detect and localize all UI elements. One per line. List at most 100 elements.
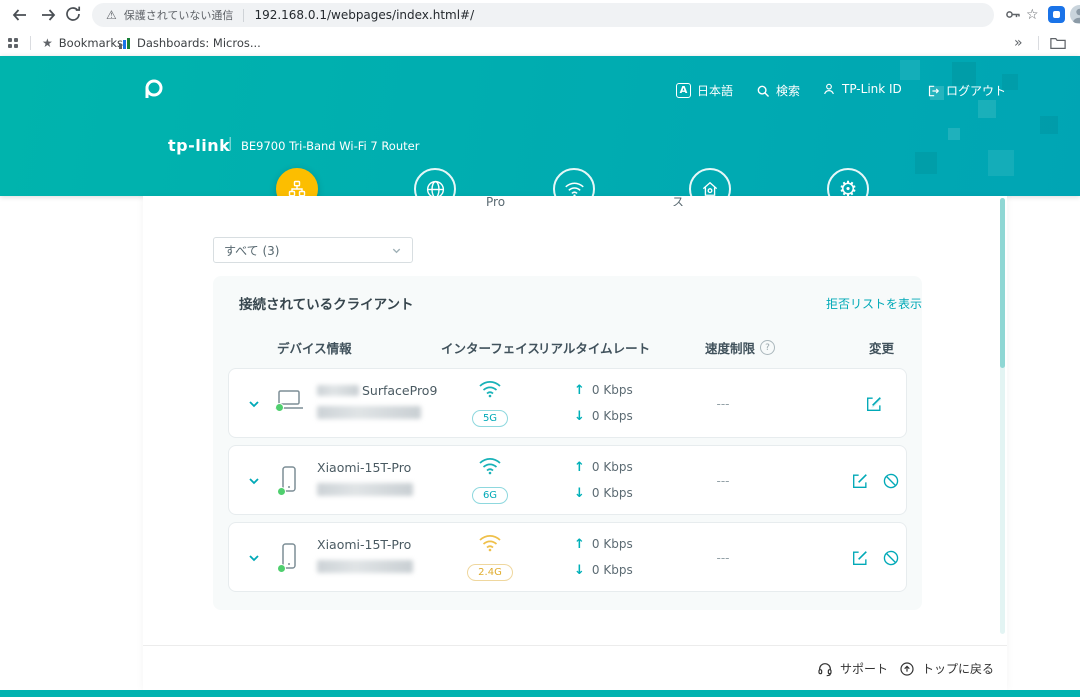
expand-chevron-icon[interactable] [247, 474, 261, 488]
download-arrow-icon: ↓ [574, 563, 585, 578]
edit-icon[interactable] [865, 395, 883, 413]
extension-icon[interactable] [1048, 6, 1065, 23]
speed-limit-value: --- [693, 551, 753, 565]
star-glyph: ☆ [1026, 7, 1039, 23]
blurred-device-detail [317, 483, 413, 496]
column-modify: 変更 [869, 338, 894, 357]
laptop-icon [273, 388, 307, 422]
logout-menu[interactable]: ログアウト [926, 82, 1006, 99]
download-rate: 0 Kbps [592, 563, 633, 577]
search-label: 検索 [776, 82, 800, 99]
wifi-band-icon [445, 533, 535, 552]
blurred-name-prefix [317, 385, 359, 396]
profile-avatar[interactable] [1070, 5, 1080, 24]
footer-divider [143, 645, 1007, 646]
download-rate: 0 Kbps [592, 486, 633, 500]
device-name-block: Xiaomi-15T-Pro [317, 460, 413, 496]
person-icon [822, 82, 836, 96]
up-circle-icon [899, 661, 915, 677]
upload-rate: 0 Kbps [592, 537, 633, 551]
reload-button[interactable] [64, 5, 84, 25]
screen: ⚠ 保護されていない通信 192.168.0.1/webpages/index.… [0, 0, 1080, 697]
logout-label: ログアウト [946, 82, 1006, 99]
support-label: サポート [840, 660, 888, 677]
speed-limit-label: 速度制限 [705, 338, 755, 357]
column-realtime-rate: リアルタイムレート [538, 338, 650, 357]
bookmark-bookmarks[interactable]: ★ Bookmarks [42, 34, 123, 52]
row-actions [865, 395, 883, 413]
browser-toolbar: ⚠ 保護されていない通信 192.168.0.1/webpages/index.… [0, 0, 1080, 30]
bookmarks-divider [30, 36, 31, 50]
back-button[interactable] [10, 5, 30, 25]
address-bar[interactable]: ⚠ 保護されていない通信 192.168.0.1/webpages/index.… [92, 3, 994, 27]
block-icon[interactable] [882, 472, 900, 490]
language-label: 日本語 [697, 82, 733, 99]
phone-icon [273, 542, 307, 576]
upload-arrow-icon: ↑ [574, 383, 585, 398]
device-name-block: SurfacePro9 [317, 383, 437, 419]
band-badge: 5G [472, 410, 508, 427]
client-filter-dropdown[interactable]: すべて (3) [213, 237, 413, 263]
realtime-rate: ↑0 Kbps ↓0 Kbps [574, 457, 633, 509]
speed-limit-value: --- [693, 397, 753, 411]
filter-value: すべて (3) [224, 242, 280, 259]
bookmark-dashboards[interactable]: Dashboards: Micros... [118, 34, 261, 52]
security-warning-icon: ⚠ [106, 8, 117, 22]
clipped-text: Pro [486, 196, 505, 206]
client-row: SurfacePro9 5G ↑ 0 Kbps ↓ 0 Kbps --- [228, 368, 907, 438]
header-divider: | [228, 136, 232, 151]
dashboard-bars-icon [118, 37, 131, 50]
search-menu[interactable]: 検索 [756, 82, 800, 99]
back-arrow-icon [10, 5, 30, 25]
download-arrow-icon: ↓ [574, 409, 585, 424]
connected-clients-section: 接続されているクライアント 拒否リストを表示 デバイス情報 インターフェイス リ… [213, 276, 922, 610]
device-name: Xiaomi-15T-Pro [317, 460, 411, 475]
blocklist-link[interactable]: 拒否リストを表示 [826, 295, 922, 312]
upload-arrow-icon: ↑ [574, 460, 585, 475]
tplink-id-menu[interactable]: TP-Link ID [822, 82, 902, 96]
upload-arrow-icon: ↑ [574, 537, 585, 552]
download-rate: 0 Kbps [592, 409, 633, 423]
decor-pixel [978, 100, 996, 118]
phone-icon [273, 465, 307, 499]
decor-pixel [988, 150, 1014, 176]
password-key-icon[interactable] [1004, 6, 1021, 23]
help-icon[interactable]: ? [760, 340, 775, 355]
scrollbar-thumb[interactable] [1000, 198, 1005, 368]
blurred-device-detail [317, 406, 421, 419]
expand-chevron-icon[interactable] [247, 397, 261, 411]
logout-icon [926, 84, 940, 98]
block-icon[interactable] [882, 549, 900, 567]
router-header: tp-link | BE9700 Tri-Band Wi-Fi 7 Router… [0, 56, 1080, 196]
edit-icon[interactable] [851, 472, 869, 490]
upload-rate: 0 Kbps [592, 383, 633, 397]
column-interface: インターフェイス [441, 338, 540, 357]
other-bookmarks-folder[interactable] [1050, 34, 1066, 52]
bookmarks-divider [1038, 36, 1039, 50]
bookmarks-star-icon: ★ [42, 34, 53, 52]
back-to-top-button[interactable]: トップに戻る [899, 660, 994, 677]
client-row: Xiaomi-15T-Pro 2.4G ↑ 0 Kbps ↓ 0 Kbps --- [228, 522, 907, 592]
apps-grid-button[interactable] [8, 34, 18, 52]
band-badge: 2.4G [467, 564, 513, 581]
clipped-text: ス [672, 196, 684, 206]
realtime-rate: ↑ 0 Kbps ↓ 0 Kbps [574, 380, 633, 432]
folder-icon [1050, 37, 1066, 50]
support-button[interactable]: サポート [817, 660, 888, 677]
decor-pixel [948, 128, 960, 140]
edit-icon[interactable] [851, 549, 869, 567]
brand-name: tp-link [168, 136, 230, 155]
forward-arrow-icon [38, 5, 58, 25]
wifi-band-icon [445, 379, 535, 398]
headset-icon [817, 661, 833, 677]
device-name-block: Xiaomi-15T-Pro [317, 537, 413, 573]
expand-chevron-icon[interactable] [247, 551, 261, 565]
language-menu[interactable]: A 日本語 [676, 82, 733, 99]
apps-grid-icon [8, 38, 18, 48]
forward-button[interactable] [38, 5, 58, 25]
upload-rate: 0 Kbps [592, 460, 633, 474]
overflow-chevrons-icon: » [1014, 35, 1023, 51]
bookmarks-overflow-button[interactable]: » [1014, 34, 1023, 52]
security-label: 保護されていない通信 [124, 7, 234, 23]
bookmark-star-icon[interactable]: ☆ [1026, 4, 1039, 24]
